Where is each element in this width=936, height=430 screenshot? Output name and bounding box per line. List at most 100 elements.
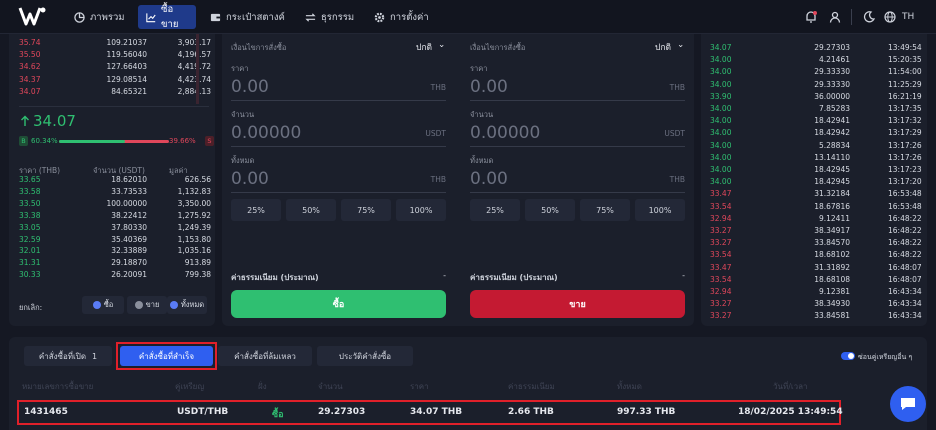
trade-row: 33.47 31.32184 16:53:48 bbox=[710, 189, 927, 201]
price-input[interactable]: 0.00 THB bbox=[470, 75, 685, 101]
orderbook-row[interactable]: 32.01 32.33889 1,035.16 bbox=[19, 246, 219, 258]
orderbook-row[interactable]: 33.58 33.73533 1,132.83 bbox=[19, 187, 219, 199]
trade-amount: 7.85283 bbox=[818, 104, 850, 113]
price-input[interactable]: 0.00 THB bbox=[231, 75, 446, 101]
globe-icon[interactable] bbox=[883, 10, 897, 24]
nav-wallet[interactable]: กระเป๋าสตางค์ bbox=[202, 5, 293, 29]
row-price: 35.50 bbox=[19, 50, 41, 60]
trade-time: 16:48:07 bbox=[888, 262, 922, 272]
cancel-all-button[interactable]: ทั้งหมด bbox=[167, 296, 207, 314]
percent-button[interactable]: 25% bbox=[470, 199, 520, 221]
percent-button[interactable]: 100% bbox=[396, 199, 446, 221]
hide-pairs-toggle[interactable] bbox=[841, 352, 855, 360]
trade-row: 34.00 18.42941 13:17:32 bbox=[710, 116, 927, 128]
nav-overview[interactable]: ภาพรวม bbox=[66, 5, 133, 29]
scrollbar[interactable] bbox=[196, 34, 199, 104]
col-price: ราคา bbox=[410, 382, 429, 391]
cancel-all-label: ทั้งหมด bbox=[180, 300, 205, 309]
chat-button[interactable] bbox=[890, 386, 926, 422]
trade-time: 15:20:35 bbox=[888, 55, 922, 65]
orderbook-row[interactable]: 34.07 84.65321 2,884.13 bbox=[19, 87, 219, 99]
trade-amount: 29.33330 bbox=[814, 67, 850, 77]
tab-open-orders[interactable]: คำสั่งซื้อที่เปิด 1 bbox=[24, 346, 112, 366]
orderbook-row[interactable]: 33.50 100.00000 3,350.00 bbox=[19, 199, 219, 211]
amount-input[interactable]: 0.00000 USDT bbox=[470, 121, 685, 147]
trade-time: 16:43:34 bbox=[888, 299, 922, 309]
trade-price: 34.00 bbox=[710, 177, 732, 187]
total-unit: THB bbox=[669, 175, 685, 184]
cancel-sell-button[interactable]: ขาย bbox=[127, 296, 167, 314]
orderbook-row[interactable]: 31.31 29.18870 913.89 bbox=[19, 258, 219, 270]
orderbook-row[interactable]: 30.33 26.20091 799.38 bbox=[19, 270, 219, 282]
orderbook-row[interactable]: 34.62 127.66403 4,419.72 bbox=[19, 62, 219, 74]
orderbook-row[interactable]: 35.74 109.21037 3,903.17 bbox=[19, 38, 219, 50]
cancel-buy-button[interactable]: ซื้อ bbox=[82, 296, 124, 314]
trade-time: 16:48:22 bbox=[888, 250, 922, 260]
order-condition-select[interactable]: ปกติ ⌄ bbox=[655, 40, 684, 54]
percent-button[interactable]: 75% bbox=[580, 199, 630, 221]
trade-price: 34.00 bbox=[710, 140, 732, 150]
percent-button[interactable]: 50% bbox=[286, 199, 336, 221]
wrapped-logo-icon[interactable] bbox=[18, 4, 48, 30]
amount-input[interactable]: 0.00000 USDT bbox=[231, 121, 446, 147]
row-total: 913.89 bbox=[184, 258, 211, 268]
percent-button[interactable]: 75% bbox=[341, 199, 391, 221]
ratio-bar-fill bbox=[59, 140, 126, 143]
row-price: 32.01 bbox=[19, 246, 41, 256]
order-condition-label: เงื่อนไขการสั่งซื้อ bbox=[231, 43, 287, 52]
trade-amount: 18.42945 bbox=[814, 177, 850, 187]
trade-time: 13:49:54 bbox=[888, 43, 922, 52]
trade-amount: 18.42941 bbox=[814, 116, 850, 126]
orderbook-row[interactable]: 34.37 129.08514 4,423.74 bbox=[19, 75, 219, 87]
row-price: 33.65 bbox=[19, 175, 41, 184]
orderbook-row[interactable]: 33.65 18.62010 626.56 bbox=[19, 175, 219, 187]
trade-amount: 9.12381 bbox=[818, 287, 850, 296]
row-total: 4,419.72 bbox=[177, 62, 211, 72]
tab-completed-orders[interactable]: คำสั่งซื้อที่สำเร็จ bbox=[120, 346, 213, 366]
trade-time: 16:53:48 bbox=[888, 201, 922, 211]
language-label[interactable]: TH bbox=[902, 12, 914, 22]
cancel-sell-label: ขาย bbox=[145, 300, 160, 309]
percent-button[interactable]: 50% bbox=[525, 199, 575, 221]
trade-price: 34.00 bbox=[710, 128, 732, 138]
orderbook-row[interactable]: 33.05 37.80330 1,249.39 bbox=[19, 223, 219, 235]
trade-row: 34.00 18.42945 13:17:23 bbox=[710, 165, 927, 177]
order-condition-select[interactable]: ปกติ ⌄ bbox=[416, 40, 445, 54]
col-total: ทั้งหมด bbox=[617, 382, 642, 391]
trade-row: 33.27 38.34917 16:48:22 bbox=[710, 226, 927, 238]
total-label: ทั้งหมด bbox=[231, 156, 255, 165]
sell-button[interactable]: ขาย bbox=[470, 290, 685, 318]
trade-time: 11:54:00 bbox=[888, 67, 922, 77]
orderbook-row[interactable]: 32.59 35.40369 1,153.80 bbox=[19, 235, 219, 247]
ratio-bar bbox=[59, 140, 169, 143]
trade-time: 13:17:35 bbox=[888, 104, 922, 113]
total-input[interactable]: 0.00 THB bbox=[231, 167, 446, 193]
trade-price: 33.27 bbox=[710, 238, 732, 248]
row-amount: 100.00000 bbox=[106, 198, 147, 208]
bell-icon[interactable] bbox=[804, 10, 818, 24]
buy-button[interactable]: ซื้อ bbox=[231, 290, 446, 318]
orderbook-row[interactable]: 33.38 38.22412 1,275.92 bbox=[19, 211, 219, 223]
percent-button[interactable]: 25% bbox=[231, 199, 281, 221]
total-input[interactable]: 0.00 THB bbox=[470, 167, 685, 193]
col-amount: จำนวน bbox=[318, 382, 343, 391]
trade-time: 13:17:20 bbox=[888, 177, 922, 187]
sell-form: เงื่อนไขการสั่งซื้อ ปกติ ⌄ ราคา 0.00 THB จำนวน… bbox=[470, 34, 685, 326]
orderbook-row[interactable]: 35.50 119.56040 4,196.57 bbox=[19, 50, 219, 62]
nav-settings-label: การตั้งค่า bbox=[390, 11, 429, 23]
trade-time: 11:25:29 bbox=[888, 79, 922, 89]
tab-order-history[interactable]: ประวัติคำสั่งซื้อ bbox=[317, 346, 413, 366]
nav-settings[interactable]: การตั้งค่า bbox=[366, 5, 437, 29]
percent-button[interactable]: 100% bbox=[635, 199, 685, 221]
trade-time: 16:48:22 bbox=[888, 238, 922, 248]
moon-icon[interactable] bbox=[862, 10, 876, 24]
tab-failed-orders[interactable]: คำสั่งซื้อที่ล้มเหลว bbox=[218, 346, 312, 366]
tab-order-history-label: ประวัติคำสั่งซื้อ bbox=[338, 351, 392, 361]
trades-list: 34.07 29.27303 13:49:54 34.00 4.21461 15:20:3… bbox=[710, 43, 922, 323]
trade-price: 33.47 bbox=[710, 189, 732, 199]
row-price: 31.31 bbox=[19, 258, 41, 268]
nav-transactions[interactable]: ธุรกรรม bbox=[297, 5, 362, 29]
trade-row: 34.00 29.33330 11:25:29 bbox=[710, 80, 927, 92]
user-icon[interactable] bbox=[828, 10, 842, 24]
nav-trade[interactable]: ซื้อขาย bbox=[138, 4, 196, 30]
